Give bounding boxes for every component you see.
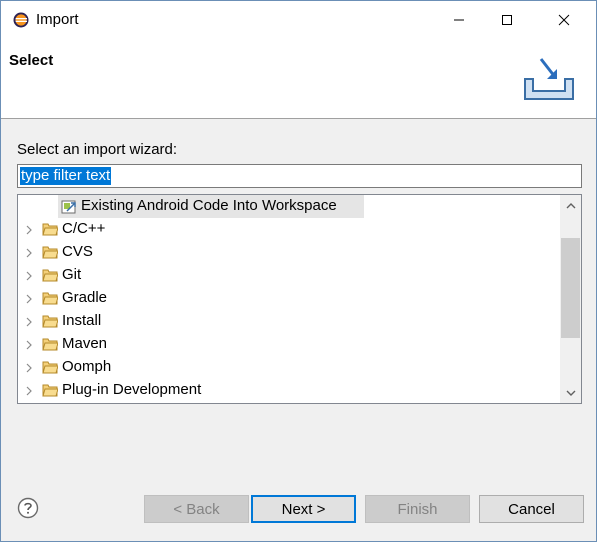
- minimize-button[interactable]: [436, 1, 482, 39]
- folder-icon: [42, 384, 58, 397]
- tree-item-cvs[interactable]: CVS: [18, 241, 558, 264]
- scroll-down-button[interactable]: [560, 382, 581, 403]
- chevron-right-icon[interactable]: [25, 271, 33, 281]
- wizard-prompt-label: Select an import wizard:: [17, 141, 178, 158]
- tree-item-cpp[interactable]: C/C++: [18, 218, 558, 241]
- tree-item-label: Existing Android Code Into Workspace: [81, 197, 337, 214]
- import-wizard-icon: [521, 51, 577, 107]
- close-icon: [558, 14, 570, 26]
- chevron-right-icon[interactable]: [25, 317, 33, 327]
- tree-item-label: Plug-in Development: [62, 381, 202, 398]
- folder-icon: [42, 269, 58, 282]
- chevron-down-icon: [566, 390, 575, 396]
- import-dialog: Import Select Select an import wizard: t…: [0, 0, 597, 542]
- tree-item-label: Install: [62, 312, 102, 329]
- back-button[interactable]: < Back: [144, 495, 249, 523]
- folder-icon: [42, 338, 58, 351]
- window-title: Import: [36, 11, 79, 28]
- tree-item-install[interactable]: Install: [18, 310, 558, 333]
- finish-button[interactable]: Finish: [365, 495, 470, 523]
- tree-item-label: C/C++: [62, 220, 106, 237]
- tree-item-maven[interactable]: Maven: [18, 333, 558, 356]
- maximize-icon: [502, 15, 512, 25]
- tree-item-plugin-development[interactable]: Plug-in Development: [18, 379, 558, 402]
- page-title: Select: [9, 52, 54, 69]
- wizard-tree[interactable]: Existing Android Code Into Workspace C/C…: [17, 194, 582, 404]
- chevron-right-icon[interactable]: [25, 363, 33, 373]
- folder-icon: [42, 223, 58, 236]
- maximize-button[interactable]: [484, 1, 530, 39]
- chevron-right-icon[interactable]: [25, 340, 33, 350]
- android-project-icon: [61, 200, 76, 214]
- tree-item-existing-android-code[interactable]: Existing Android Code Into Workspace: [18, 195, 558, 218]
- wizard-banner: Select: [1, 39, 596, 119]
- folder-icon: [42, 292, 58, 305]
- tree-item-label: Oomph: [62, 358, 112, 375]
- chevron-right-icon[interactable]: [25, 294, 33, 304]
- next-button[interactable]: Next >: [251, 495, 356, 523]
- tree-item-label: Git: [62, 266, 82, 283]
- tree-item-label: Maven: [62, 335, 108, 352]
- folder-icon: [42, 315, 58, 328]
- chevron-right-icon[interactable]: [25, 225, 33, 235]
- scroll-up-button[interactable]: [560, 195, 581, 216]
- filter-input-text: type filter text: [20, 167, 112, 185]
- tree-item-oomph[interactable]: Oomph: [18, 356, 558, 379]
- title-bar[interactable]: Import: [1, 1, 596, 39]
- chevron-right-icon[interactable]: [25, 386, 33, 396]
- filter-input[interactable]: type filter text: [17, 164, 582, 188]
- folder-icon: [42, 361, 58, 374]
- chevron-right-icon[interactable]: [25, 248, 33, 258]
- folder-icon: [42, 246, 58, 259]
- tree-item-label: Gradle: [62, 289, 108, 306]
- tree-item-git[interactable]: Git: [18, 264, 558, 287]
- vertical-scrollbar[interactable]: [560, 195, 581, 403]
- tree-item-label: CVS: [62, 243, 93, 260]
- scrollbar-thumb[interactable]: [561, 238, 580, 338]
- eclipse-icon: [13, 12, 29, 28]
- cancel-button[interactable]: Cancel: [479, 495, 584, 523]
- minimize-icon: [454, 19, 464, 21]
- close-button[interactable]: [541, 1, 587, 39]
- tree-item-gradle[interactable]: Gradle: [18, 287, 558, 310]
- chevron-up-icon: [566, 202, 575, 208]
- help-icon[interactable]: [17, 497, 39, 519]
